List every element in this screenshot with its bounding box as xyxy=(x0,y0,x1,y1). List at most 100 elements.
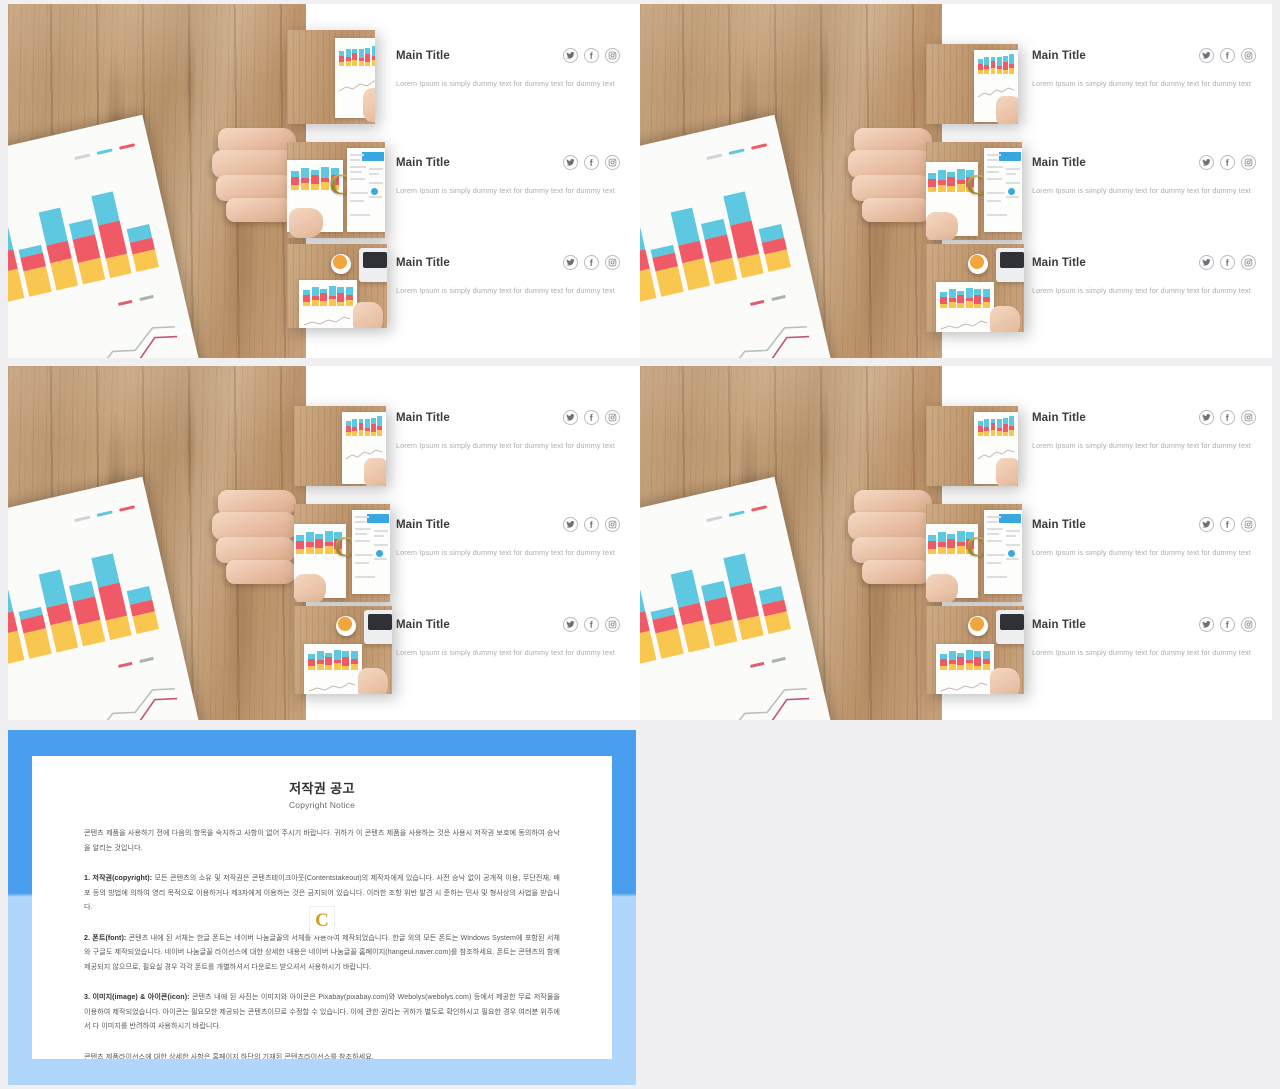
instagram-icon[interactable] xyxy=(605,517,620,532)
twitter-icon[interactable] xyxy=(1199,155,1214,170)
copyright-document: 저작권 공고 Copyright Notice 콘텐츠 제품을 사용하기 전에 … xyxy=(32,756,612,1059)
instagram-icon[interactable] xyxy=(1241,617,1256,632)
social-links xyxy=(563,517,620,532)
entry-title: Main Title xyxy=(396,256,450,269)
entry-title: Main Title xyxy=(396,518,450,531)
entry-title: Main Title xyxy=(1032,49,1086,62)
entry-header: Main Title xyxy=(396,255,620,270)
facebook-icon[interactable] xyxy=(584,617,599,632)
facebook-icon[interactable] xyxy=(584,155,599,170)
slide-panel-4[interactable]: C Main Title Lorem Ipsum is simply dummy… xyxy=(640,366,1272,720)
copyright-section-2-heading: 2. 폰트(font): xyxy=(84,933,127,942)
facebook-icon[interactable] xyxy=(1220,617,1235,632)
entry-title: Main Title xyxy=(1032,518,1086,531)
twitter-icon[interactable] xyxy=(563,48,578,63)
entry-header: Main Title xyxy=(396,517,620,532)
content-column: Main Title Lorem Ipsum is simply dummy t… xyxy=(306,4,640,358)
social-links xyxy=(563,255,620,270)
twitter-icon[interactable] xyxy=(1199,255,1214,270)
content-column: Main Title Lorem Ipsum is simply dummy t… xyxy=(942,4,1272,358)
copyright-section-3: 3. 이미지(image) & 아이콘(icon): 콘텐츠 내에 된 사진는 … xyxy=(84,990,560,1034)
feature-entry-1[interactable]: Main Title Lorem Ipsum is simply dummy t… xyxy=(1032,48,1256,91)
slide-panel-2[interactable]: C Main Title Lorem Ipsum is simply dummy… xyxy=(640,4,1272,358)
instagram-icon[interactable] xyxy=(605,48,620,63)
copyright-footer: 콘텐츠 제품라이선스에 대한 상세한 사항은 홈페이지 하단의 기재된 콘텐츠라… xyxy=(84,1052,374,1059)
entry-description: Lorem Ipsum is simply dummy text for dum… xyxy=(396,441,615,450)
entry-header: Main Title xyxy=(1032,48,1256,63)
twitter-icon[interactable] xyxy=(563,517,578,532)
entry-header: Main Title xyxy=(396,410,620,425)
twitter-icon[interactable] xyxy=(1199,48,1214,63)
entry-title: Main Title xyxy=(1032,256,1086,269)
entry-header: Main Title xyxy=(1032,410,1256,425)
copyright-section-2-body: 콘텐츠 내에 된 서체는 한글 폰트는 네이버 나눔글꼴의 서체를 사용하여 제… xyxy=(84,933,560,971)
entry-description: Lorem Ipsum is simply dummy text for dum… xyxy=(396,648,615,657)
facebook-icon[interactable] xyxy=(1220,255,1235,270)
twitter-icon[interactable] xyxy=(563,255,578,270)
slide-panel-1[interactable]: C Main Title Lorem Ipsum is simply dummy… xyxy=(8,4,640,358)
copyright-subtitle: Copyright Notice xyxy=(288,800,356,810)
entry-title: Main Title xyxy=(1032,156,1086,169)
entry-title: Main Title xyxy=(1032,411,1086,424)
feature-entry-2[interactable]: Main Title Lorem Ipsum is simply dummy t… xyxy=(1032,517,1256,560)
twitter-icon[interactable] xyxy=(1199,617,1214,632)
slide-panel-3[interactable]: C Main Title Lorem Ipsum is simply dummy… xyxy=(8,366,640,720)
feature-entry-3[interactable]: Main Title Lorem Ipsum is simply dummy t… xyxy=(396,255,620,298)
entry-header: Main Title xyxy=(396,48,620,63)
feature-entry-1[interactable]: Main Title Lorem Ipsum is simply dummy t… xyxy=(396,48,620,91)
feature-entry-3[interactable]: Main Title Lorem Ipsum is simply dummy t… xyxy=(396,617,620,660)
instagram-icon[interactable] xyxy=(605,255,620,270)
feature-entry-3[interactable]: Main Title Lorem Ipsum is simply dummy t… xyxy=(1032,255,1256,298)
social-links xyxy=(1199,155,1256,170)
entry-description: Lorem Ipsum is simply dummy text for dum… xyxy=(1032,441,1251,450)
entry-header: Main Title xyxy=(1032,517,1256,532)
facebook-icon[interactable] xyxy=(1220,410,1235,425)
entry-description: Lorem Ipsum is simply dummy text for dum… xyxy=(1032,186,1251,195)
facebook-icon[interactable] xyxy=(1220,517,1235,532)
entry-title: Main Title xyxy=(396,411,450,424)
twitter-icon[interactable] xyxy=(563,617,578,632)
social-links xyxy=(563,48,620,63)
social-links xyxy=(1199,410,1256,425)
feature-entry-2[interactable]: Main Title Lorem Ipsum is simply dummy t… xyxy=(1032,155,1256,198)
slides-grid: C Main Title Lorem Ipsum is simply dummy… xyxy=(0,0,1280,726)
feature-entry-2[interactable]: Main Title Lorem Ipsum is simply dummy t… xyxy=(396,517,620,560)
twitter-icon[interactable] xyxy=(563,155,578,170)
entry-header: Main Title xyxy=(1032,155,1256,170)
entry-title: Main Title xyxy=(1032,618,1086,631)
instagram-icon[interactable] xyxy=(605,410,620,425)
feature-entry-3[interactable]: Main Title Lorem Ipsum is simply dummy t… xyxy=(1032,617,1256,660)
copyright-section-1-heading: 1. 저작권(copyright): xyxy=(84,874,153,883)
feature-entry-1[interactable]: Main Title Lorem Ipsum is simply dummy t… xyxy=(396,410,620,453)
facebook-icon[interactable] xyxy=(1220,155,1235,170)
instagram-icon[interactable] xyxy=(605,155,620,170)
facebook-icon[interactable] xyxy=(584,517,599,532)
social-links xyxy=(1199,48,1256,63)
twitter-icon[interactable] xyxy=(1199,410,1214,425)
social-links xyxy=(563,155,620,170)
entry-header: Main Title xyxy=(1032,255,1256,270)
feature-entry-1[interactable]: Main Title Lorem Ipsum is simply dummy t… xyxy=(1032,410,1256,453)
instagram-icon[interactable] xyxy=(1241,155,1256,170)
instagram-icon[interactable] xyxy=(1241,410,1256,425)
instagram-icon[interactable] xyxy=(605,617,620,632)
copyright-intro: 콘텐츠 제품을 사용하기 전에 다음의 항목을 숙지하고 사항이 없어 주시기 … xyxy=(84,829,560,852)
content-column: Main Title Lorem Ipsum is simply dummy t… xyxy=(306,366,640,720)
twitter-icon[interactable] xyxy=(563,410,578,425)
entry-description: Lorem Ipsum is simply dummy text for dum… xyxy=(1032,648,1251,657)
facebook-icon[interactable] xyxy=(584,48,599,63)
facebook-icon[interactable] xyxy=(584,410,599,425)
feature-entry-2[interactable]: Main Title Lorem Ipsum is simply dummy t… xyxy=(396,155,620,198)
copyright-title: 저작권 공고 xyxy=(289,781,355,796)
twitter-icon[interactable] xyxy=(1199,517,1214,532)
instagram-icon[interactable] xyxy=(1241,48,1256,63)
copyright-notice-frame: 저작권 공고 Copyright Notice 콘텐츠 제품을 사용하기 전에 … xyxy=(8,730,636,1085)
entry-description: Lorem Ipsum is simply dummy text for dum… xyxy=(1032,286,1251,295)
facebook-icon[interactable] xyxy=(1220,48,1235,63)
entry-title: Main Title xyxy=(396,156,450,169)
entry-description: Lorem Ipsum is simply dummy text for dum… xyxy=(396,186,615,195)
instagram-icon[interactable] xyxy=(1241,517,1256,532)
instagram-icon[interactable] xyxy=(1241,255,1256,270)
facebook-icon[interactable] xyxy=(584,255,599,270)
social-links xyxy=(563,617,620,632)
